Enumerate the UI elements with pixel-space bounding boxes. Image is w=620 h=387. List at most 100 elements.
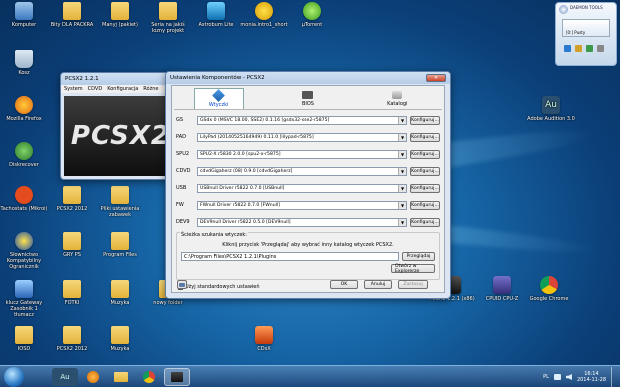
desktop-icon-manyj[interactable]: Manyj (pakiet) xyxy=(96,2,144,28)
desktop-icon-slowo[interactable]: Słownictwo Kompatybilny Ogranicznik xyxy=(0,232,48,270)
cdsx-icon xyxy=(255,326,273,344)
use-default-row[interactable]: Użyj standardowych ustawień xyxy=(178,284,260,290)
gs-plugin-select[interactable]: GSdx 0 (MSVC 18.00, SSE2) 0.1.16 [gsdx32… xyxy=(197,115,407,125)
settings-titlebar[interactable]: Ustawienia Komponentów - PCSX2 ✕ xyxy=(166,72,450,84)
desktop-icon-pliki[interactable]: Pliki ustawienia zabawek xyxy=(96,186,144,218)
plugin-label: PAD xyxy=(176,134,186,140)
desktop-icon-audition[interactable]: Au Adobe Audition 3.0 xyxy=(522,96,580,122)
folder-icon xyxy=(63,280,81,298)
mount-icon[interactable] xyxy=(564,45,571,52)
ok-button[interactable]: OK xyxy=(330,280,358,289)
cpu-icon xyxy=(493,276,511,294)
daemon-title: DAEMON TOOLS xyxy=(570,5,603,10)
configure-fw-button[interactable]: Konfiguruj... xyxy=(410,200,440,210)
desktop-icon-bity[interactable]: Bity DLA PACKRA xyxy=(48,2,96,28)
language-indicator[interactable]: PL xyxy=(543,374,549,380)
taskbar-pcsx2[interactable] xyxy=(164,368,190,386)
start-button[interactable] xyxy=(4,367,24,387)
daemon-tools-gadget[interactable]: DAEMON TOOLS [0:] Pusty xyxy=(555,2,617,66)
spu2-plugin-select[interactable]: SPU2-X r5830 2.0.0 [spu2-x-r5875] ▼ xyxy=(197,149,407,159)
menu-item-rozne[interactable]: Różne xyxy=(143,86,158,92)
desktop-icon-firefox[interactable]: Mozilla Firefox xyxy=(0,96,48,122)
dev9-plugin-select[interactable]: DEV9null Driver r5822 0.5.0 [DEV9null] ▼ xyxy=(197,217,407,227)
desktop-icon-muzyka[interactable]: Muzyka xyxy=(96,280,144,306)
tab-wtyczki[interactable]: Wtyczki xyxy=(193,88,244,109)
desktop-icon-tachostat[interactable]: Tachostats (Mikroi) xyxy=(0,186,48,212)
desktop-icon-pcsx2folder2[interactable]: PCSX2 2012 xyxy=(48,326,96,352)
plugin-label: GS xyxy=(176,117,184,123)
desktop-icon-fotki[interactable]: FOTKI xyxy=(48,280,96,306)
plugin-label: FW xyxy=(176,202,184,208)
taskbar: Au PL 16:14 2014-11-28 xyxy=(0,365,620,387)
help-button[interactable] xyxy=(177,280,187,289)
configure-usb-button[interactable]: Konfiguruj... xyxy=(410,183,440,193)
usb-plugin-select[interactable]: USBnull Driver r5822 0.7.0 [USBnull] ▼ xyxy=(197,183,407,193)
show-desktop-button[interactable] xyxy=(611,367,616,387)
desktop-icon-kosz[interactable]: Kosz xyxy=(0,50,48,76)
pad-plugin-select[interactable]: LilyPad (20140525164949) 0.11.0 [lilypad… xyxy=(197,132,407,142)
menu-bar: System CDVD Konfiguracja Różne xyxy=(61,85,177,93)
screenshot-icon xyxy=(179,282,185,287)
tab-katalogi[interactable]: Katalogi xyxy=(372,88,422,109)
desktop-icon-pcsx2folder[interactable]: PCSX2 2012 xyxy=(48,186,96,212)
clock[interactable]: 16:14 2014-11-28 xyxy=(577,371,606,383)
configure-pad-button[interactable]: Konfiguruj... xyxy=(410,132,440,142)
virtual-drive[interactable]: [0:] Pusty xyxy=(562,19,610,37)
network-icon xyxy=(15,280,33,298)
desktop-icon-seria[interactable]: Seria na jakiś lozny projekt xyxy=(144,2,192,34)
add-drive-icon[interactable] xyxy=(586,45,593,52)
desktop-icon-iosd[interactable]: IOSD xyxy=(0,326,48,352)
wav-icon xyxy=(255,2,273,20)
folder-icon xyxy=(111,326,129,344)
taskbar-audition[interactable]: Au xyxy=(52,368,78,386)
taskbar-explorer[interactable] xyxy=(108,368,134,386)
cdvd-plugin-select[interactable]: cdvdGigaherz (08) 0.9.0 [cdvdGigaherz] ▼ xyxy=(197,166,407,176)
tab-bios[interactable]: BIOS xyxy=(283,88,333,109)
desktop-icon-komputer[interactable]: Komputer xyxy=(0,2,48,28)
diskrecover-icon xyxy=(15,142,33,160)
desktop-icon-astrobum[interactable]: Astrobum Lite xyxy=(192,2,240,28)
network-icon[interactable] xyxy=(553,374,561,380)
configure-spu2-button[interactable]: Konfiguruj... xyxy=(410,149,440,159)
folder-icon xyxy=(111,280,129,298)
desktop-icon-cpuid[interactable]: CPUID CPU-Z xyxy=(478,276,526,302)
pcsx2-titlebar[interactable]: PCSX2 1.2.1 xyxy=(61,73,177,85)
desktop-icon-diskrecovery[interactable]: Diskrecover xyxy=(0,142,48,168)
drive-label: [0:] Pusty xyxy=(566,30,586,35)
mpc-icon xyxy=(15,186,33,204)
desktop-icon-keytu[interactable]: klucz Gateway Zasobnik 1 tłumacz xyxy=(0,280,48,318)
desktop-icon-cdsx[interactable]: CDsX xyxy=(240,326,288,352)
use-default-label: Użyj standardowych ustawień xyxy=(185,284,260,290)
folder-icon xyxy=(63,232,81,250)
menu-item-system[interactable]: System xyxy=(64,86,83,92)
configure-gs-button[interactable]: Konfiguruj... xyxy=(410,115,440,125)
close-button[interactable]: ✕ xyxy=(426,74,446,82)
clock-date: 2014-11-28 xyxy=(576,377,606,383)
desktop-icon-program[interactable]: Program Files xyxy=(96,232,144,258)
taskbar-media[interactable] xyxy=(80,368,106,386)
pcsx2-main-window[interactable]: PCSX2 1.2.1 System CDVD Konfiguracja Róż… xyxy=(60,72,178,180)
desktop-icon-gry[interactable]: GRY PS xyxy=(48,232,96,258)
volume-icon[interactable] xyxy=(565,374,572,380)
settings-icon[interactable] xyxy=(597,45,604,52)
chip-icon xyxy=(302,91,314,99)
desktop-icon-chrome[interactable]: Google Chrome xyxy=(522,276,576,302)
fw-plugin-select[interactable]: FWnull Driver r5822 0.7.0 [FWnull] ▼ xyxy=(197,200,407,210)
plugin-path-field[interactable]: C:\Program Files\PCSX2 1.2.1\Plugins xyxy=(181,252,399,261)
desktop-icon-muzyka2[interactable]: Muzyka xyxy=(96,326,144,352)
apply-button[interactable]: Zastosuj xyxy=(398,280,428,289)
settings-dialog[interactable]: Ustawienia Komponentów - PCSX2 ✕ Wtyczki… xyxy=(165,71,451,299)
configure-cdvd-button[interactable]: Konfiguruj... xyxy=(410,166,440,176)
taskbar-chrome[interactable] xyxy=(136,368,162,386)
open-explorer-button[interactable]: Otwórz w Explorerze xyxy=(391,264,435,274)
browse-button[interactable]: Przeglądaj xyxy=(402,252,435,261)
desktop-icon-monia[interactable]: monia.intro1_short xyxy=(240,2,288,28)
folder-icon xyxy=(114,372,128,382)
chevron-down-icon: ▼ xyxy=(398,116,406,124)
unmount-icon[interactable] xyxy=(575,45,582,52)
menu-item-konfiguracja[interactable]: Konfiguracja xyxy=(107,86,138,92)
menu-item-cdvd[interactable]: CDVD xyxy=(88,86,103,92)
configure-dev9-button[interactable]: Konfiguruj... xyxy=(410,217,440,227)
desktop-icon-utorrent[interactable]: µTorrent xyxy=(288,2,336,28)
cancel-button[interactable]: Anuluj xyxy=(364,280,392,289)
